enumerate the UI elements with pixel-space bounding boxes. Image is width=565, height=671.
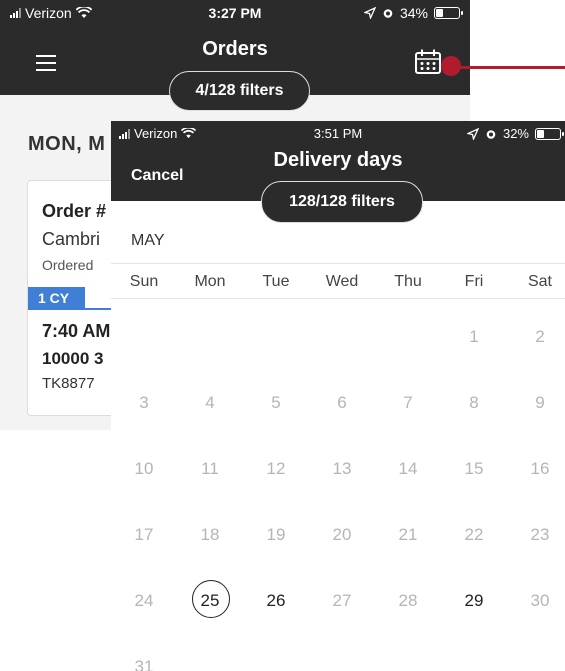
calendar-day-28[interactable]: 28 <box>375 586 441 616</box>
calendar-day-14[interactable]: 14 <box>375 454 441 484</box>
battery-icon <box>535 127 564 140</box>
calendar-day-19[interactable]: 19 <box>243 520 309 550</box>
filters-pill[interactable]: 128/128 filters <box>261 181 423 223</box>
page-title: Delivery days <box>273 149 403 171</box>
calendar-day-31[interactable]: 31 <box>111 652 177 671</box>
weekday-tue: Tue <box>262 273 290 290</box>
calendar-day-1[interactable]: 1 <box>441 322 507 352</box>
calendar-day-17[interactable]: 17 <box>111 520 177 550</box>
weekday-thu: Thu <box>394 273 422 290</box>
calendar-day-25[interactable]: 25 <box>177 580 243 618</box>
battery-percent: 32% <box>502 126 529 141</box>
calendar-day-22[interactable]: 22 <box>441 520 507 550</box>
page-title: Orders <box>202 38 268 60</box>
battery-percent: 34% <box>399 5 428 21</box>
order-code: TK8877 <box>42 375 95 392</box>
location-arrow-icon <box>363 7 376 19</box>
alarm-icon <box>383 9 393 18</box>
calendar-day-21[interactable]: 21 <box>375 520 441 550</box>
alarm-icon <box>486 129 496 139</box>
calendar-day-15[interactable]: 15 <box>441 454 507 484</box>
annotation-dot <box>441 56 461 76</box>
calendar-day-7[interactable]: 7 <box>375 388 441 418</box>
annotation-line <box>460 66 565 69</box>
calendar-day-20[interactable]: 20 <box>309 520 375 550</box>
weekday-sat: Sat <box>527 273 552 290</box>
order-time: 7:40 AM <box>42 321 111 341</box>
calendar-day-30[interactable]: 30 <box>507 586 565 616</box>
calendar-day-8[interactable]: 8 <box>441 388 507 418</box>
menu-icon[interactable] <box>36 55 56 71</box>
calendar-day-10[interactable]: 10 <box>111 454 177 484</box>
calendar-day-2[interactable]: 2 <box>507 322 565 352</box>
location-arrow-icon <box>466 127 479 140</box>
weekday-sun: Sun <box>129 273 159 290</box>
delivery-days-screen: Verizon 3:51 PM 32% Cancel Delivery days… <box>111 121 565 671</box>
weekday-mon: Mon <box>194 273 226 290</box>
calendar-day-16[interactable]: 16 <box>507 454 565 484</box>
calendar-day-24[interactable]: 24 <box>111 586 177 616</box>
battery-icon <box>434 7 463 19</box>
order-address: 10000 3 <box>42 349 104 368</box>
quantity-badge: 1 CY <box>28 287 85 309</box>
month-label: MAY <box>131 232 165 249</box>
weekday-fri: Fri <box>464 273 484 290</box>
filters-pill[interactable]: 4/128 filters <box>169 71 310 111</box>
weekday-header: Sun Mon Tue Wed Thu Fri Sat <box>111 263 565 299</box>
calendar-day-13[interactable]: 13 <box>309 454 375 484</box>
calendar-day-27[interactable]: 27 <box>309 586 375 616</box>
calendar-day-12[interactable]: 12 <box>243 454 309 484</box>
calendar-day-29[interactable]: 29 <box>441 586 507 616</box>
order-title: Order # <box>42 201 107 221</box>
calendar-day-4[interactable]: 4 <box>177 388 243 418</box>
calendar-day-23[interactable]: 23 <box>507 520 565 550</box>
status-bar: Verizon 3:51 PM 32% <box>111 121 565 143</box>
calendar-day-5[interactable]: 5 <box>243 388 309 418</box>
order-city: Cambri <box>42 229 101 249</box>
calendar-day-11[interactable]: 11 <box>177 454 243 484</box>
calendar-icon[interactable] <box>414 48 442 75</box>
status-right: 34% <box>363 5 463 21</box>
calendar-day-26[interactable]: 26 <box>243 586 309 616</box>
status-right: 32% <box>466 126 564 141</box>
calendar-day-6[interactable]: 6 <box>309 388 375 418</box>
order-ordered-label: Ordered <box>42 257 94 273</box>
calendar-day-18[interactable]: 18 <box>177 520 243 550</box>
status-bar: Verizon 3:27 PM 34% <box>0 0 470 26</box>
weekday-wed: Wed <box>325 273 359 290</box>
day-heading: MON, M <box>28 133 106 155</box>
calendar-day-9[interactable]: 9 <box>507 388 565 418</box>
calendar-day-3[interactable]: 3 <box>111 388 177 418</box>
